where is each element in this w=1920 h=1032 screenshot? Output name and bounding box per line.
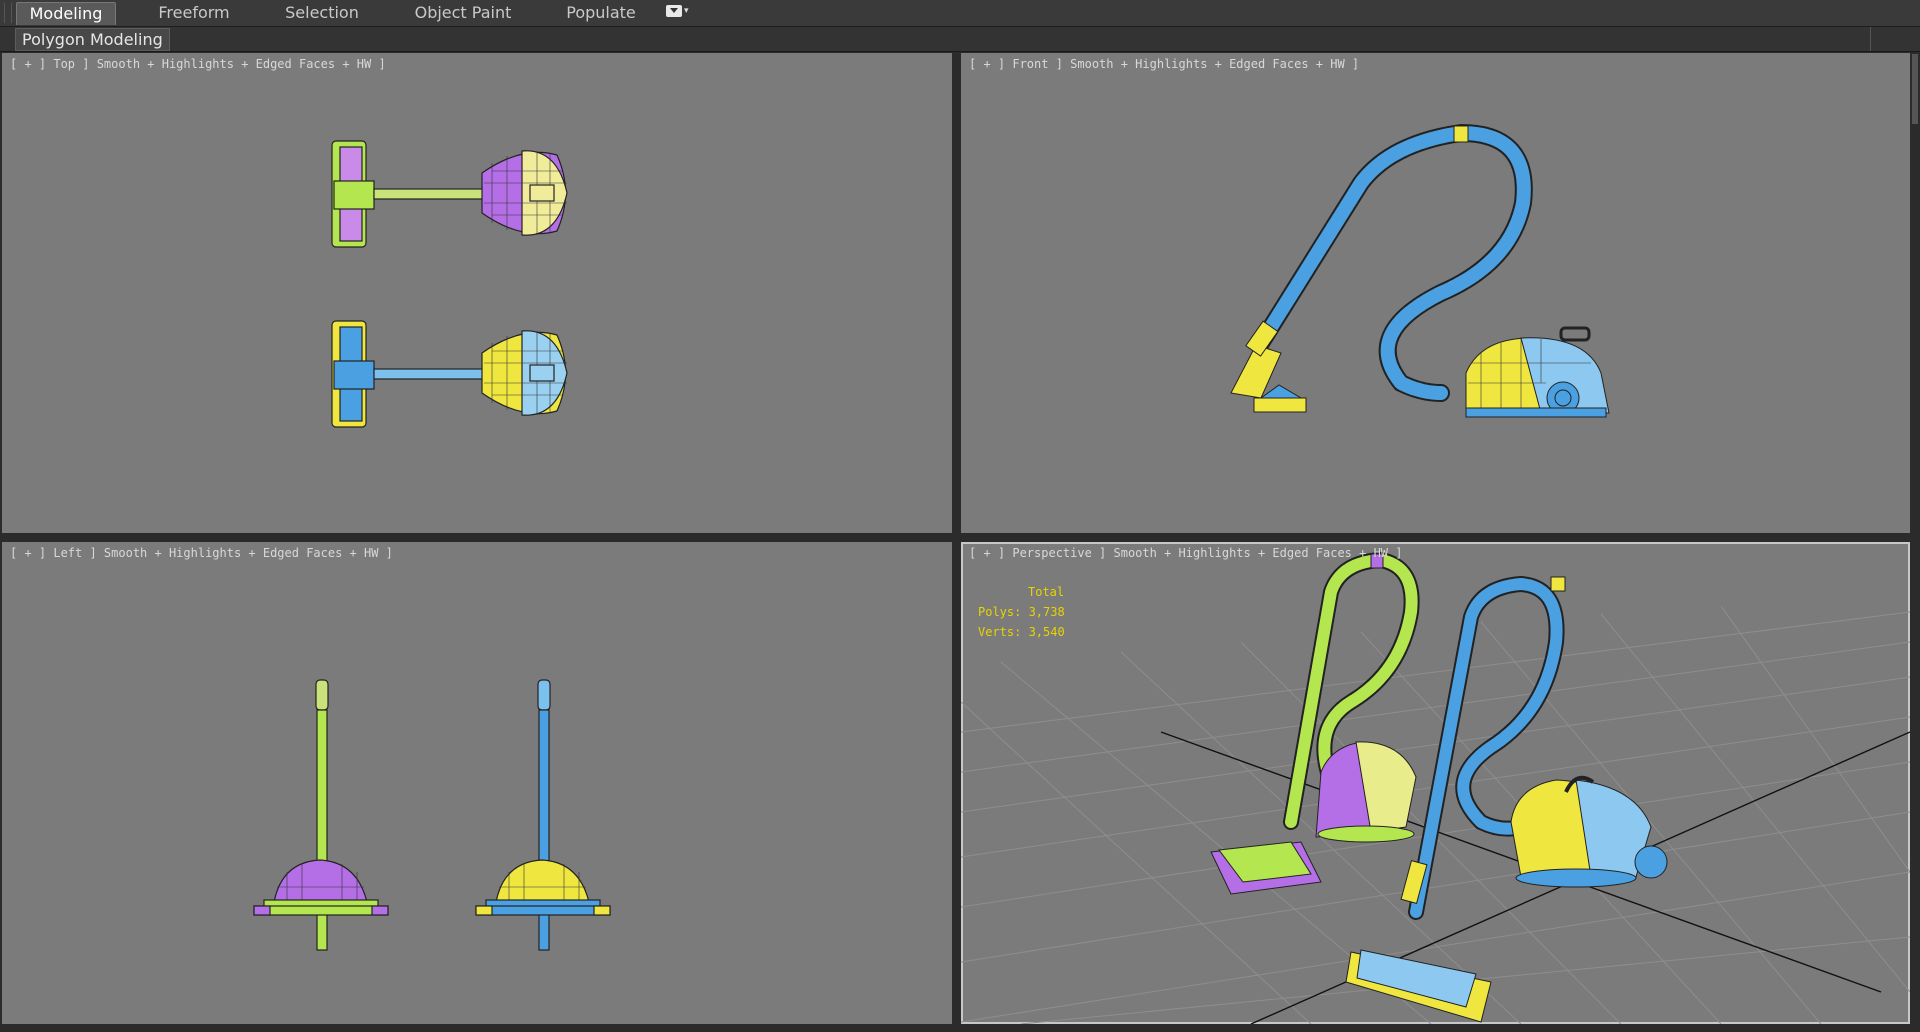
stats-verts: Verts: 3,540: [978, 625, 1065, 639]
viewport-left[interactable]: [ + ] Left ] Smooth + Highlights + Edged…: [2, 542, 952, 1024]
perspective-view-models: [961, 551, 1910, 1024]
vacuum-left-blue: [475, 679, 611, 951]
vacuum-top-purple: [331, 140, 568, 248]
ribbon-tab-bar: Modeling Freeform Selection Object Paint…: [0, 0, 1920, 27]
tab-modeling[interactable]: Modeling: [16, 2, 116, 25]
viewport-front-label[interactable]: [ + ] Front ] Smooth + Highlights + Edge…: [969, 57, 1359, 71]
viewport-perspective[interactable]: [ + ] Perspective ] Smooth + Highlights …: [961, 542, 1910, 1024]
ribbon-divider: [1870, 27, 1920, 51]
top-view-models: [331, 140, 568, 428]
ribbon-options-icon[interactable]: ▾: [666, 4, 696, 22]
bottom-status-strip: [0, 1024, 1920, 1032]
polygon-modeling-panel[interactable]: Polygon Modeling: [15, 28, 170, 51]
viewport-top-label[interactable]: [ + ] Top ] Smooth + Highlights + Edged …: [10, 57, 386, 71]
viewport-top[interactable]: [ + ] Top ] Smooth + Highlights + Edged …: [2, 53, 952, 533]
tab-selection[interactable]: Selection: [272, 2, 372, 24]
viewport-left-label[interactable]: [ + ] Left ] Smooth + Highlights + Edged…: [10, 546, 393, 560]
vacuum-top-blue: [331, 320, 568, 428]
tab-object-paint[interactable]: Object Paint: [408, 2, 518, 24]
right-scrollbar[interactable]: [1910, 52, 1920, 1032]
vacuum-left-lime: [253, 679, 389, 951]
ribbon-panel: Polygon Modeling: [0, 27, 1920, 52]
scene-stats: Total Polys: 3,738 Verts: 3,540: [978, 582, 1065, 642]
tab-populate[interactable]: Populate: [556, 2, 646, 24]
left-view-models: [253, 679, 611, 951]
vacuum-persp-lime: [1210, 551, 1420, 895]
tab-freeform[interactable]: Freeform: [145, 2, 243, 24]
scrollbar-thumb[interactable]: [1912, 54, 1918, 124]
viewport-perspective-label[interactable]: [ + ] Perspective ] Smooth + Highlights …: [969, 546, 1402, 560]
vacuum-front-blue: [1230, 123, 1610, 418]
front-view-models: [1230, 123, 1610, 418]
viewport-front[interactable]: [ + ] Front ] Smooth + Highlights + Edge…: [961, 53, 1910, 533]
stats-polys: Polys: 3,738: [978, 605, 1065, 619]
stats-total-label: Total: [1028, 585, 1065, 599]
ribbon-grip[interactable]: [4, 3, 12, 23]
